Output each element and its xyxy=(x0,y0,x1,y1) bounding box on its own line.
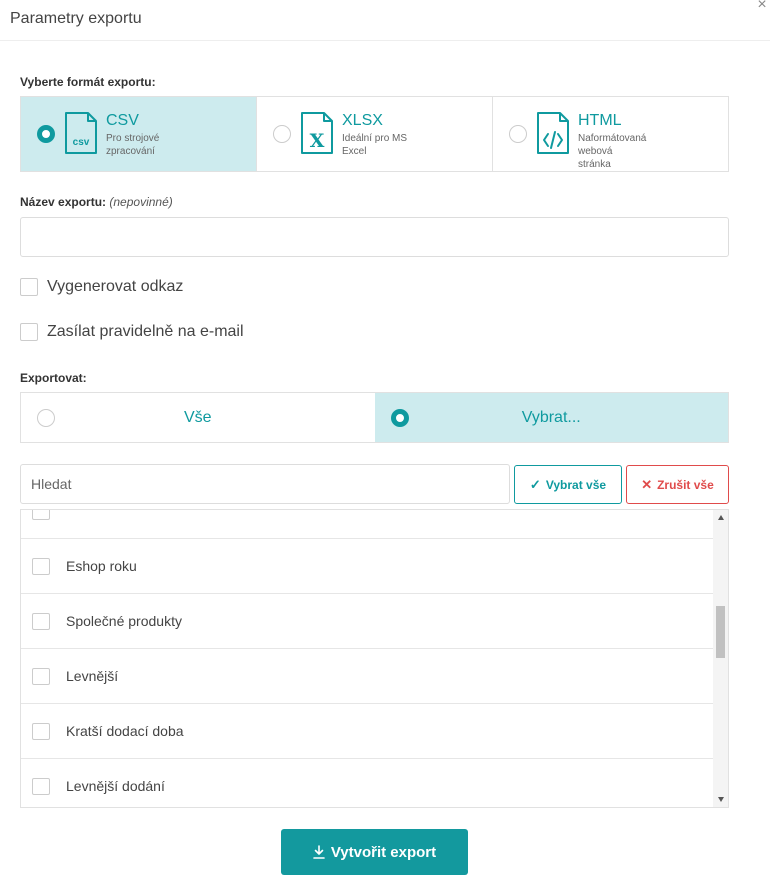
format-desc: Pro strojové zpracování xyxy=(106,133,160,157)
format-desc: Naformátovaná webová stránka xyxy=(578,133,647,170)
close-icon[interactable]: × xyxy=(755,0,769,13)
csv-radio[interactable] xyxy=(37,125,55,143)
format-name: CSV xyxy=(106,112,139,129)
export-name-input[interactable] xyxy=(20,217,729,257)
html-file-icon xyxy=(537,112,569,154)
scope-all-radio[interactable] xyxy=(37,409,55,427)
scroll-down-arrow[interactable] xyxy=(713,792,728,807)
create-export-button[interactable]: Vytvořit export xyxy=(281,829,468,875)
checkbox[interactable] xyxy=(32,722,50,740)
title-divider xyxy=(0,40,770,41)
excel-file-icon: X xyxy=(301,112,333,154)
create-export-label: Vytvořit export xyxy=(330,843,437,861)
item-label: Levnější dodání xyxy=(66,778,165,794)
csv-file-icon: csv xyxy=(65,112,97,154)
format-option-csv[interactable]: csv CSV Pro strojové zpracování xyxy=(21,97,257,171)
format-name: HTML xyxy=(578,112,622,129)
checkbox[interactable] xyxy=(20,278,38,296)
scope-option-select[interactable]: Vybrat... xyxy=(374,393,728,442)
format-name: XLSX xyxy=(342,112,383,129)
select-all-label: Vybrat vše xyxy=(545,477,607,492)
export-name-label-text: Název exportu: xyxy=(20,195,107,209)
search-input[interactable] xyxy=(20,464,510,504)
checkbox[interactable] xyxy=(32,777,50,795)
select-all-button[interactable]: ✓ Vybrat vše xyxy=(514,465,622,504)
item-label: Levnější xyxy=(66,668,119,684)
svg-text:csv: csv xyxy=(73,137,90,148)
item-label: Společné produkty xyxy=(66,613,182,629)
list-item[interactable]: Eshop roku xyxy=(21,539,713,594)
triangle-up-icon xyxy=(717,515,724,520)
html-radio[interactable] xyxy=(509,125,527,143)
format-desc: Ideální pro MS Excel xyxy=(342,133,408,157)
checkbox[interactable] xyxy=(32,667,50,685)
scrollbar-thumb[interactable] xyxy=(716,606,725,658)
xlsx-radio[interactable] xyxy=(273,125,291,143)
item-list: Eshop roku Společné produkty Levnější Kr… xyxy=(20,509,729,808)
list-scrollbar[interactable] xyxy=(713,510,728,807)
export-name-label: Název exportu: (nepovinné) xyxy=(20,195,173,209)
checkbox[interactable] xyxy=(32,612,50,630)
scope-label: Exportovat: xyxy=(20,371,87,385)
dialog-title: Parametry exportu xyxy=(10,10,142,27)
optional-hint: (nepovinné) xyxy=(109,195,173,209)
generate-link-label: Vygenerovat odkaz xyxy=(47,278,184,295)
format-label: Vyberte formát exportu: xyxy=(20,75,156,89)
checkbox[interactable] xyxy=(32,557,50,575)
scope-selector: Vše Vybrat... xyxy=(20,392,729,443)
list-item[interactable]: Kratší dodací doba xyxy=(21,704,713,759)
format-selector: csv CSV Pro strojové zpracování X XLSX I… xyxy=(20,96,729,172)
item-label: Eshop roku xyxy=(66,558,137,574)
send-email-checkbox[interactable]: Zasílat pravidelně na e-mail xyxy=(20,323,244,341)
scope-all-label: Vše xyxy=(183,408,212,426)
cancel-all-label: Zrušit vše xyxy=(657,477,714,492)
generate-link-checkbox[interactable]: Vygenerovat odkaz xyxy=(20,278,183,296)
scope-select-label: Vybrat... xyxy=(521,408,581,426)
close-icon: ✕ xyxy=(641,476,653,492)
format-option-html[interactable]: HTML Naformátovaná webová stránka xyxy=(493,97,728,171)
format-option-xlsx[interactable]: X XLSX Ideální pro MS Excel xyxy=(257,97,493,171)
list-item[interactable]: Společné produkty xyxy=(21,594,713,649)
triangle-down-icon xyxy=(717,797,724,802)
scope-select-radio[interactable] xyxy=(390,409,409,427)
download-icon xyxy=(313,845,325,859)
list-item[interactable]: Levnější dodání xyxy=(21,759,713,807)
scope-option-all[interactable]: Vše xyxy=(21,393,375,442)
scroll-up-arrow[interactable] xyxy=(713,510,728,525)
svg-text:X: X xyxy=(310,130,325,152)
list-item[interactable] xyxy=(21,510,713,539)
checkbox[interactable] xyxy=(20,323,38,341)
cancel-all-button[interactable]: ✕ Zrušit vše xyxy=(626,465,729,504)
list-item[interactable]: Levnější xyxy=(21,649,713,704)
checkbox[interactable] xyxy=(32,510,50,520)
send-email-label: Zasílat pravidelně na e-mail xyxy=(47,323,244,340)
item-label: Kratší dodací doba xyxy=(66,723,184,739)
check-icon: ✓ xyxy=(529,476,541,492)
